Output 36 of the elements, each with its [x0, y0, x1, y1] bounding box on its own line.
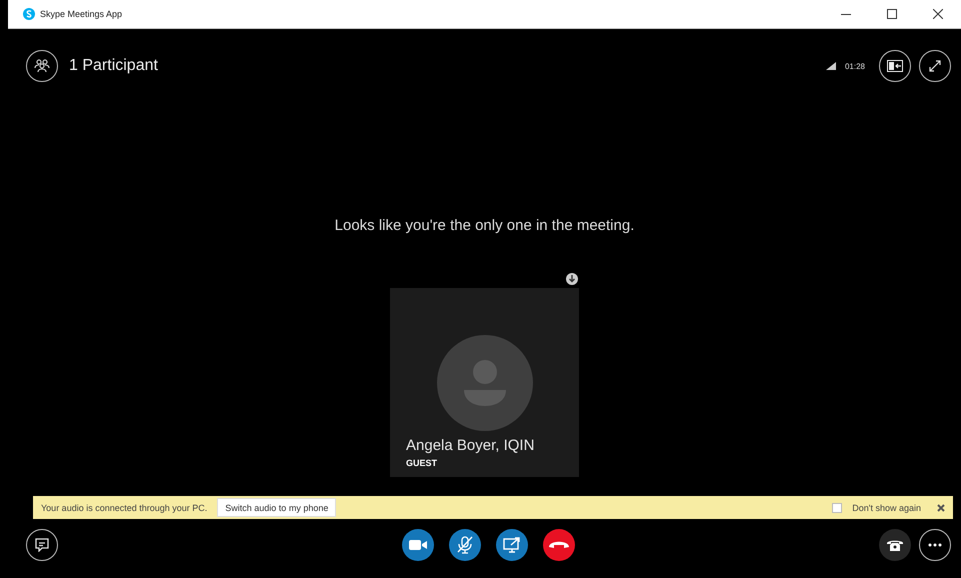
- checkbox-label: Don't show again: [852, 502, 921, 512]
- fullscreen-button[interactable]: [919, 50, 951, 82]
- chat-icon: [35, 538, 49, 552]
- participant-count: 1 Participant: [69, 57, 158, 75]
- signal-icon: [826, 62, 836, 70]
- avatar-icon: [436, 335, 532, 431]
- people-icon: [34, 59, 50, 73]
- video-icon: [409, 539, 427, 551]
- mute-button[interactable]: [449, 529, 481, 561]
- participant-role: GUEST: [406, 458, 438, 468]
- window-title: Skype Meetings App: [40, 9, 122, 19]
- more-icon: [928, 543, 942, 547]
- participant-name: Angela Boyer, IQIN: [406, 437, 534, 454]
- banner-text: Your audio is connected through your PC.: [41, 502, 208, 512]
- video-button[interactable]: [402, 529, 434, 561]
- more-button[interactable]: [919, 529, 951, 561]
- chat-button[interactable]: [26, 529, 58, 561]
- hang-up-button[interactable]: [543, 529, 575, 561]
- participants-button[interactable]: [26, 50, 58, 82]
- maximize-icon[interactable]: [887, 9, 897, 19]
- close-icon[interactable]: [937, 504, 945, 512]
- checkbox[interactable]: [832, 502, 842, 512]
- download-icon[interactable]: [566, 273, 578, 285]
- status-message: Looks like you're the only one in the meeting.: [334, 217, 636, 234]
- hang-up-icon: [549, 541, 569, 549]
- contact-card-button[interactable]: [879, 50, 911, 82]
- share-screen-icon: [503, 537, 521, 553]
- phone-icon: [887, 538, 903, 552]
- switch-audio-button[interactable]: Switch audio to my phone: [217, 498, 336, 517]
- call-timer: 01:28: [844, 62, 865, 70]
- app-logo-icon: [23, 8, 35, 20]
- close-icon[interactable]: [933, 9, 943, 19]
- fullscreen-icon: [928, 59, 942, 73]
- phone-button[interactable]: [879, 529, 911, 561]
- contact-card-icon: [887, 60, 903, 72]
- share-button[interactable]: [496, 529, 528, 561]
